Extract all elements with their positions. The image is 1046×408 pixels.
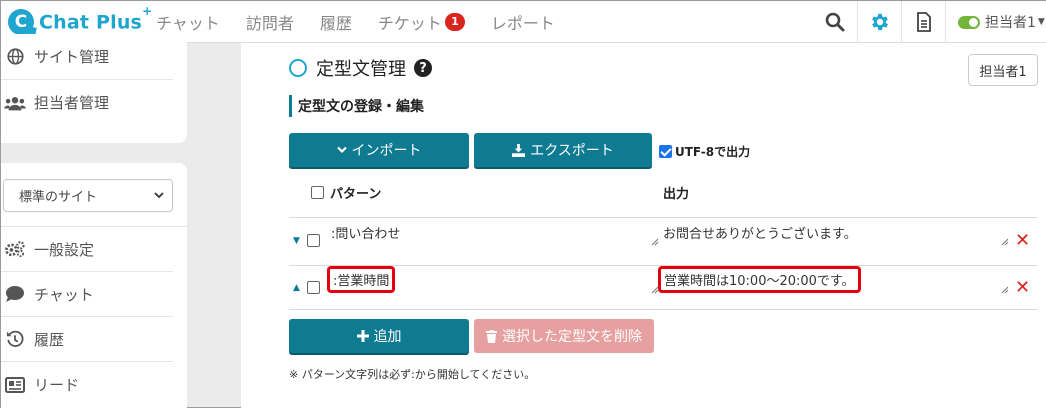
plus-icon [356,330,369,342]
sidebar-item-label: チャット [34,285,94,304]
delete-selected-button[interactable]: 選択した定型文を削除 [474,319,654,353]
table-row: ▲ [293,281,320,294]
document-icon [916,12,931,32]
user-name: 担当者1 [985,15,1036,31]
add-button[interactable]: 追加 [289,319,469,353]
sidebar-item-site-management[interactable]: サイト管理 [1,34,173,80]
move-up-icon[interactable]: ▲ [293,283,307,293]
nav-chat[interactable]: チャット [156,10,220,34]
chevron-down-icon [154,192,164,199]
nav-report[interactable]: レポート [491,10,555,34]
output-input[interactable]: 営業時間は10:00～20:00です。 [658,266,861,293]
user-menu[interactable]: 担当者1 ▼ [945,1,1046,43]
trash-icon [486,329,497,343]
users-icon [4,95,26,111]
download-icon [512,143,526,157]
search-icon [825,12,845,32]
output-column-header: 出力 [663,187,690,202]
caret-down-icon: ▼ [1037,17,1045,27]
circle-icon [289,59,307,77]
sidebar-item-leads[interactable]: リード [1,362,173,407]
settings-button[interactable] [857,1,901,43]
sidebar-item-general-settings[interactable]: 一般設定 [1,227,173,272]
export-button[interactable]: エクスポート [474,133,652,167]
divider [289,217,1037,218]
resize-handle-icon[interactable] [651,238,659,246]
history-icon [4,330,26,348]
site-select[interactable]: 標準のサイト [3,179,173,212]
add-label: 追加 [373,329,402,345]
site-select-value: 標準のサイト [19,190,98,205]
sidebar-item-label: 一般設定 [34,240,95,259]
page-title: 定型文管理 [316,59,406,80]
sidebar-admin-card: サイト管理 担当者管理 [1,34,187,143]
row-checkbox[interactable] [307,281,320,294]
pattern-input[interactable]: :営業時間 [327,266,396,293]
sidebar-item-staff-management[interactable]: 担当者管理 [1,80,173,125]
section-heading: 定型文の登録・編集 [289,95,424,117]
import-label: インポート [351,143,422,159]
gear-icon [871,13,888,31]
chevron-down-icon [336,146,347,154]
output-input[interactable]: お問合せありがとうございます。 [663,223,857,242]
sidebar-settings-card: 標準のサイト 一般設定 チャット 履歴 リード [1,163,187,408]
sidebar-item-label: リード [34,376,80,394]
export-label: エクスポート [530,143,614,159]
import-button[interactable]: インポート [289,133,469,167]
status-toggle-icon[interactable] [958,15,980,29]
search-button[interactable] [813,1,857,43]
move-down-icon[interactable]: ▼ [293,236,307,246]
nav-ticket[interactable]: チケット 1 [378,10,465,34]
resize-handle-icon[interactable] [1001,238,1009,246]
nav-ticket-label: チケット [377,13,442,33]
sidebar-item-label: 履歴 [34,330,65,349]
ticket-count-badge: 1 [444,12,465,31]
pattern-note: ※ パターン文字列は必ず:から開始してください。 [289,368,536,381]
gears-icon [4,240,26,258]
id-card-icon [4,376,26,393]
globe-icon [4,48,26,65]
user-button[interactable]: 担当者1 [968,54,1038,86]
main-panel: 定型文管理 ? 担当者1 定型文の登録・編集 インポート エクスポート UTF-… [241,43,1046,408]
chatplus-logo-icon: C [8,8,34,35]
utf8-option: UTF-8で出力 [659,143,750,160]
pattern-header-label: パターン [330,187,382,202]
document-button[interactable] [901,1,945,43]
sidebar-item-label: サイト管理 [34,48,110,66]
sidebar-item-chat[interactable]: チャット [1,272,173,317]
page-header: 定型文管理 ? [289,55,432,81]
pattern-column-header: パターン [311,183,381,202]
sidebar-item-label: 担当者管理 [34,94,110,112]
sidebar-item-history[interactable]: 履歴 [1,317,173,362]
chatplus-logo[interactable]: C Chat Plus+ [8,4,156,35]
resize-handle-icon[interactable] [1001,286,1009,294]
utf8-checkbox[interactable] [659,145,672,158]
table-row: ▼ [293,234,320,247]
nav-visitors[interactable]: 訪問者 [246,10,294,34]
nav-history[interactable]: 履歴 [320,10,352,34]
row-checkbox[interactable] [307,234,320,247]
help-icon[interactable]: ? [414,59,432,77]
chat-bubble-icon [4,285,26,303]
brand-sup: + [142,3,153,18]
divider [289,309,1037,310]
delete-row-icon[interactable]: ✕ [1015,230,1030,251]
utf8-label: UTF-8で出力 [675,145,751,159]
brand-name: Chat Plus [39,11,143,34]
select-all-checkbox[interactable] [311,186,324,199]
delete-selected-label: 選択した定型文を削除 [502,329,642,345]
pattern-input[interactable]: :問い合わせ [331,223,400,242]
delete-row-icon[interactable]: ✕ [1015,277,1030,298]
